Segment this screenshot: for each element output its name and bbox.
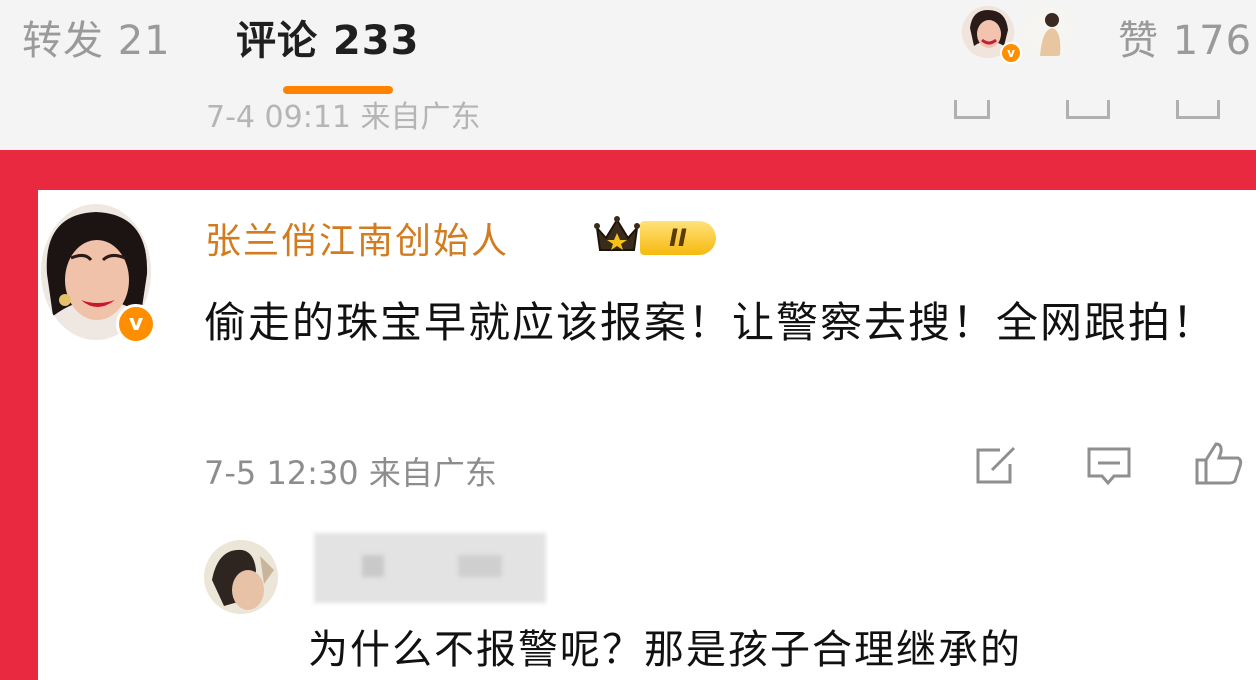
tab-like[interactable]: 赞 176: [1118, 8, 1252, 66]
level-badge: II: [640, 221, 716, 255]
blurred-username: [314, 533, 546, 603]
previous-comment-meta-row: 7-4 09:11 来自广东: [0, 100, 1256, 140]
like-icon[interactable]: [1176, 100, 1220, 119]
reply-text: 为什么不报警呢？那是孩子合理继承的: [308, 627, 1022, 673]
comment-icon[interactable]: [1086, 446, 1132, 486]
blurred-username-mark: [458, 555, 502, 577]
comment-username[interactable]: 张兰俏江南创始人: [205, 212, 509, 264]
comment-meta: 7-5 12:30 来自广东: [204, 454, 497, 492]
blurred-username-mark: [362, 555, 384, 577]
comment-tabs: 转发 21 评论 233 v 赞 176: [0, 0, 1256, 100]
verified-icon: v: [1000, 42, 1022, 64]
comment-icon[interactable]: [1066, 100, 1110, 119]
previous-comment-meta: 7-4 09:11 来自广东: [206, 100, 481, 135]
tab-repost[interactable]: 转发 21: [22, 8, 171, 66]
tab-comment[interactable]: 评论 233: [236, 8, 419, 66]
reply-avatar[interactable]: [204, 540, 278, 614]
liker-avatar-2[interactable]: [1022, 6, 1074, 58]
like-icon[interactable]: [1194, 440, 1244, 486]
verified-icon: v: [116, 304, 156, 344]
share-icon[interactable]: [974, 446, 1018, 486]
share-icon[interactable]: [954, 100, 990, 119]
active-tab-indicator: [283, 86, 393, 94]
comment-text: 偷走的珠宝早就应该报案！让警察去搜！全网跟拍！: [204, 298, 1217, 347]
crown-icon: [594, 216, 640, 251]
